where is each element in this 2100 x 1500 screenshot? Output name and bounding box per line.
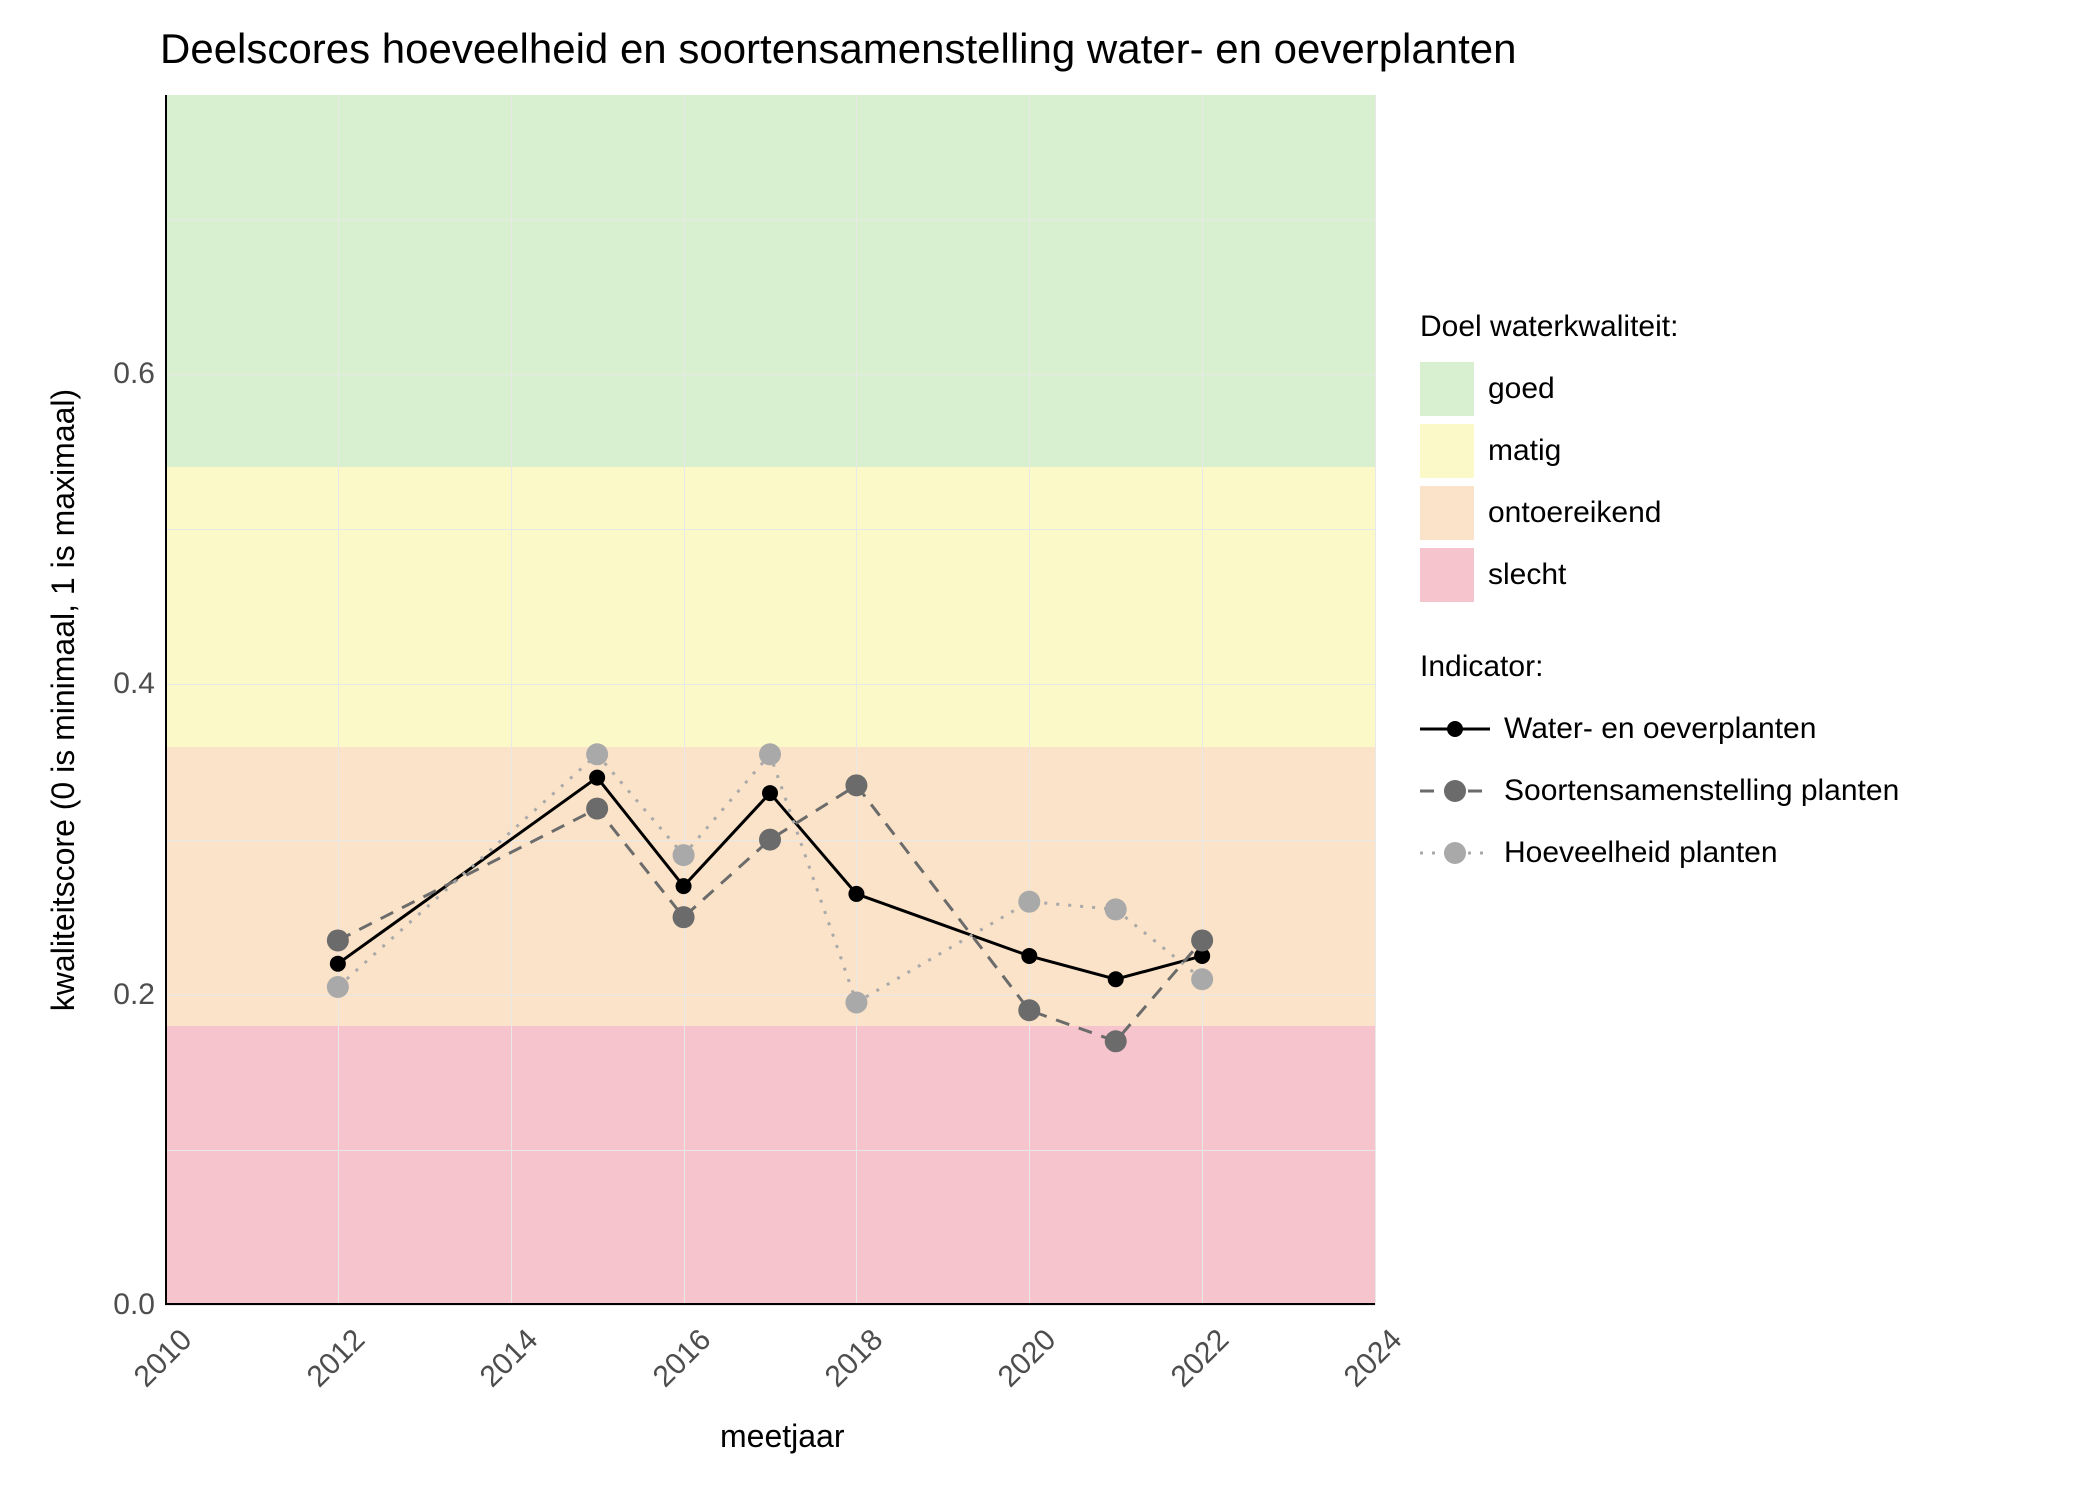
y-tick-label: 0.4 [75,667,155,701]
legend-swatch [1420,486,1474,540]
legend-series-marker [1420,773,1490,809]
data-point [1105,1030,1127,1052]
data-point [848,886,864,902]
data-point [759,743,781,765]
data-point [673,844,695,866]
data-point [845,774,867,796]
data-point [845,992,867,1014]
x-tick-label: 2010 [118,1323,199,1404]
y-tick-label: 0.2 [75,978,155,1012]
data-point [1108,971,1124,987]
x-axis-label: meetjaar [720,1418,845,1455]
legend-indicator-item: Water- en oeverplanten [1420,702,1899,756]
legend-quality-item: goed [1420,362,1899,416]
y-tick-label: 0.0 [75,1288,155,1322]
data-point [1191,968,1213,990]
legend-indicator-title: Indicator: [1420,650,1899,684]
data-point [676,878,692,894]
legend-quality-item: matig [1420,424,1899,478]
legend-series-marker [1420,711,1490,747]
legend: Doel waterkwaliteit: goed matig ontoereike… [1420,310,1899,888]
data-point [762,785,778,801]
series-line [338,778,1202,980]
plot-area [165,95,1375,1305]
legend-label: Hoeveelheid planten [1504,836,1778,870]
legend-label: slecht [1488,558,1566,592]
legend-swatch [1420,424,1474,478]
y-axis-line [165,95,167,1305]
x-tick-label: 2024 [1328,1323,1409,1404]
chart-container: Deelscores hoeveelheid en soortensamenst… [0,0,2100,1500]
legend-indicator-item: Soortensamenstelling planten [1420,764,1899,818]
legend-label: goed [1488,372,1555,406]
legend-label: Water- en oeverplanten [1504,712,1816,746]
legend-label: Soortensamenstelling planten [1504,774,1899,808]
legend-label: ontoereikend [1488,496,1661,530]
x-tick-label: 2012 [291,1323,372,1404]
data-point [330,956,346,972]
gridline-v [1375,95,1376,1305]
series-line [338,785,1202,1041]
data-point [1191,929,1213,951]
x-axis-line [165,1303,1375,1305]
data-point [1105,898,1127,920]
legend-swatch [1420,362,1474,416]
data-point [327,976,349,998]
data-point [586,743,608,765]
data-point [1018,999,1040,1021]
data-point [1021,948,1037,964]
data-point [759,829,781,851]
y-tick-label: 0.6 [75,357,155,391]
legend-series-marker [1420,835,1490,871]
x-tick-label: 2014 [464,1323,545,1404]
legend-indicator-item: Hoeveelheid planten [1420,826,1899,880]
x-tick-label: 2018 [810,1323,891,1404]
data-point [586,798,608,820]
x-tick-label: 2022 [1156,1323,1237,1404]
data-svg [165,95,1375,1305]
legend-label: matig [1488,434,1561,468]
chart-title: Deelscores hoeveelheid en soortensamenst… [160,25,1517,73]
legend-quality-title: Doel waterkwaliteit: [1420,310,1899,344]
x-tick-label: 2020 [983,1323,1064,1404]
legend-swatch [1420,548,1474,602]
data-point [1018,891,1040,913]
legend-quality-item: ontoereikend [1420,486,1899,540]
gridline-h [165,1305,1375,1306]
legend-quality-item: slecht [1420,548,1899,602]
data-point [589,770,605,786]
data-point [673,906,695,928]
x-tick-label: 2016 [637,1323,718,1404]
data-point [327,929,349,951]
